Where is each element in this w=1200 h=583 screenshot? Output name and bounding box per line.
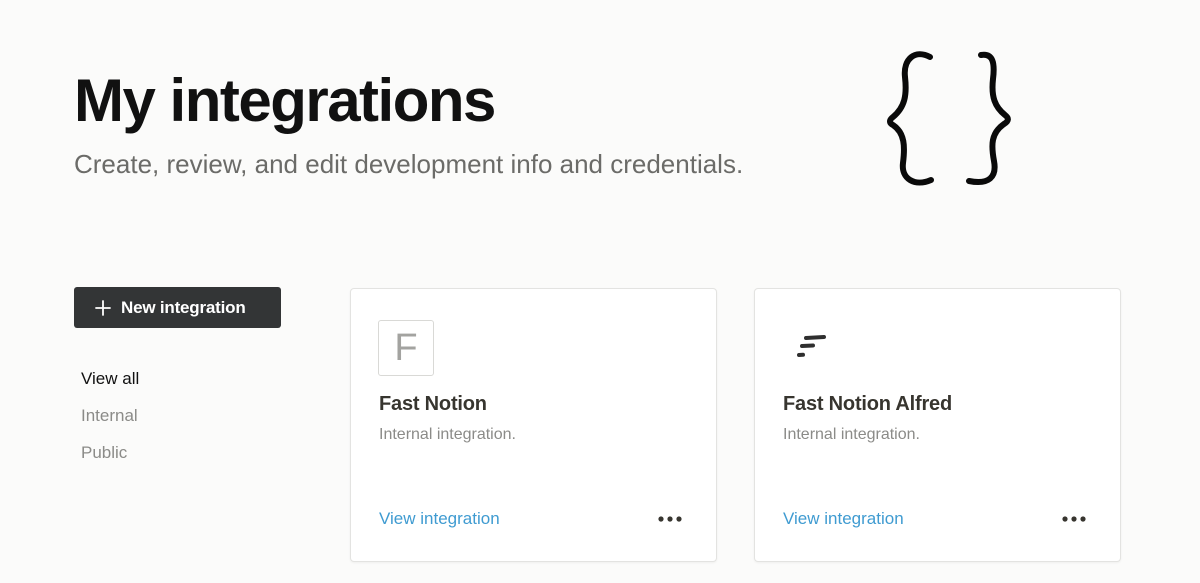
speed-lines-logo bbox=[797, 335, 826, 357]
integration-description: Internal integration. bbox=[783, 426, 920, 443]
plus-icon bbox=[95, 299, 111, 316]
filter-view-all[interactable]: View all bbox=[81, 360, 139, 397]
integration-name: Fast Notion bbox=[379, 393, 487, 415]
view-integration-link[interactable]: View integration bbox=[379, 509, 500, 529]
page-title: My integrations bbox=[74, 67, 496, 134]
integration-description: Internal integration. bbox=[379, 426, 516, 443]
more-horizontal-icon[interactable] bbox=[1062, 515, 1086, 523]
new-integration-button[interactable]: New integration bbox=[74, 287, 281, 328]
view-integration-link[interactable]: View integration bbox=[783, 509, 904, 529]
integration-card-fast-notion: F Fast Notion Internal integration. View… bbox=[350, 288, 717, 562]
integration-filter-list: View all Internal Public bbox=[81, 360, 139, 471]
more-horizontal-icon[interactable] bbox=[658, 515, 682, 523]
integration-name: Fast Notion Alfred bbox=[783, 393, 952, 415]
filter-public[interactable]: Public bbox=[81, 434, 139, 471]
page-subtitle: Create, review, and edit development inf… bbox=[74, 149, 744, 179]
integration-logo: F bbox=[378, 320, 434, 376]
curly-braces-icon bbox=[887, 51, 1011, 186]
integration-card-fast-notion-alfred: Fast Notion Alfred Internal integration.… bbox=[754, 288, 1121, 562]
filter-internal[interactable]: Internal bbox=[81, 397, 139, 434]
new-integration-label: New integration bbox=[121, 297, 246, 317]
